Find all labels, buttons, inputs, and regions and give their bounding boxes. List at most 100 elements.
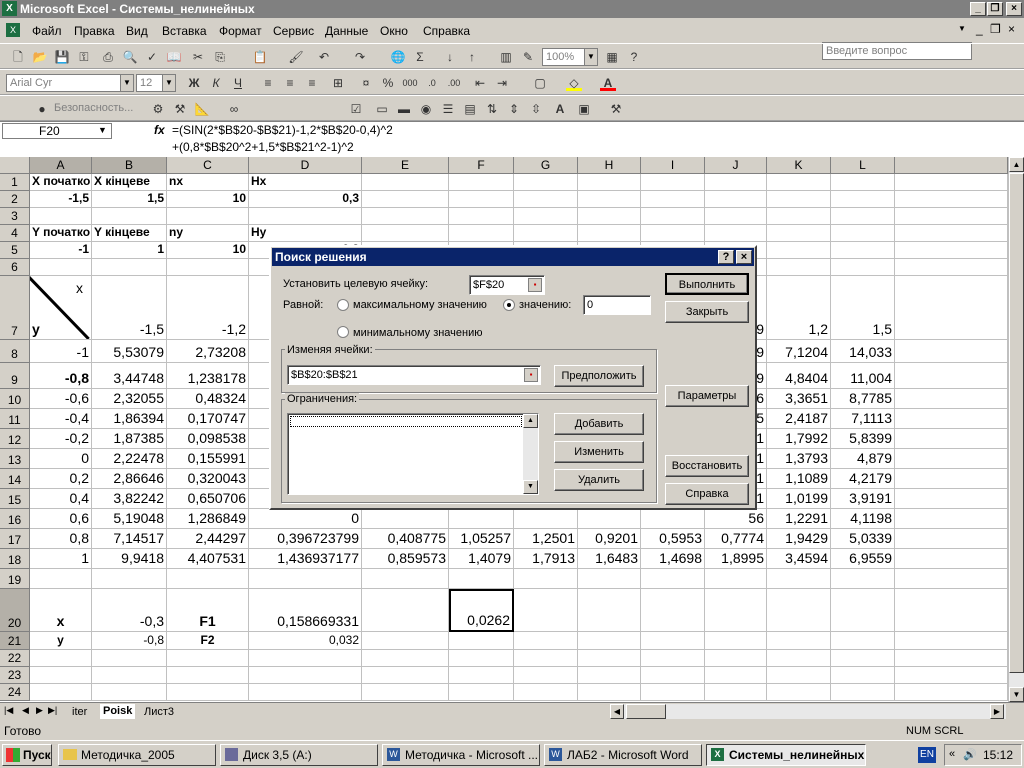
- row-header[interactable]: 18: [0, 549, 30, 569]
- record-icon[interactable]: ●: [34, 101, 50, 117]
- cell-b20[interactable]: -0,3: [92, 589, 167, 632]
- cell-g2[interactable]: [514, 191, 578, 208]
- cell-c9[interactable]: 1,238178: [167, 363, 249, 389]
- min-radio[interactable]: [337, 326, 349, 338]
- row-header[interactable]: 8: [0, 340, 30, 363]
- cell-i22[interactable]: [641, 650, 705, 667]
- cell-l16[interactable]: 4,1198: [831, 509, 895, 529]
- cell-a2[interactable]: -1,5: [30, 191, 92, 208]
- cell-e2[interactable]: [362, 191, 449, 208]
- cell-k21[interactable]: [767, 632, 831, 650]
- cell-filler[interactable]: [895, 259, 1008, 276]
- cell-h1[interactable]: [578, 174, 641, 191]
- column-header-l[interactable]: L: [831, 157, 895, 174]
- cell-l24[interactable]: [831, 684, 895, 701]
- cell-d17[interactable]: 0,396723799: [249, 529, 362, 549]
- cell-b7[interactable]: -1,5: [92, 276, 167, 340]
- cell-g22[interactable]: [514, 650, 578, 667]
- cell-h20[interactable]: [578, 589, 641, 632]
- align-left-icon[interactable]: ≡: [260, 75, 276, 91]
- currency-icon[interactable]: ¤: [358, 75, 374, 91]
- cell-a7[interactable]: xy: [30, 276, 92, 340]
- cell-k20[interactable]: [767, 589, 831, 632]
- cell-k15[interactable]: 1,0199: [767, 489, 831, 509]
- menu-tools[interactable]: Сервис: [273, 24, 314, 38]
- task-folder[interactable]: Методичка_2005: [58, 744, 216, 766]
- column-header-j[interactable]: J: [705, 157, 767, 174]
- cell-c6[interactable]: [167, 259, 249, 276]
- cell-e22[interactable]: [362, 650, 449, 667]
- cell-l14[interactable]: 4,2179: [831, 469, 895, 489]
- column-header-i[interactable]: I: [641, 157, 705, 174]
- cell-filler[interactable]: [895, 340, 1008, 363]
- redo-icon[interactable]: ↷: [352, 49, 368, 65]
- drawing-icon[interactable]: ✎: [520, 49, 536, 65]
- cell-filler[interactable]: [895, 276, 1008, 340]
- sort-asc-icon[interactable]: ↓: [442, 49, 458, 65]
- cell-l17[interactable]: 5,0339: [831, 529, 895, 549]
- cell-c21[interactable]: F2: [167, 632, 249, 650]
- cell-a21[interactable]: y: [30, 632, 92, 650]
- cell-i20[interactable]: [641, 589, 705, 632]
- cell-b1[interactable]: X кінцеве: [92, 174, 167, 191]
- cell-b16[interactable]: 5,19048: [92, 509, 167, 529]
- task-excel[interactable]: X Системы_нелинейных: [706, 744, 866, 766]
- cell-c5[interactable]: 10: [167, 242, 249, 259]
- cell-b11[interactable]: 1,86394: [92, 409, 167, 429]
- change-button[interactable]: Изменить: [554, 441, 644, 463]
- cell-d1[interactable]: Hx: [249, 174, 362, 191]
- cell-k16[interactable]: 1,2291: [767, 509, 831, 529]
- glasses-icon[interactable]: ∞: [226, 101, 242, 117]
- cell-filler[interactable]: [895, 569, 1008, 589]
- cell-d24[interactable]: [249, 684, 362, 701]
- close-dialog-button[interactable]: Закрыть: [665, 301, 749, 323]
- cell-g3[interactable]: [514, 208, 578, 225]
- sheet-tab-poisk[interactable]: Poisk: [100, 704, 136, 719]
- cell-filler[interactable]: [895, 529, 1008, 549]
- cell-g21[interactable]: [514, 632, 578, 650]
- cell-filler[interactable]: [895, 409, 1008, 429]
- cell-filler[interactable]: [895, 549, 1008, 569]
- constraints-up-icon[interactable]: ▲: [523, 414, 538, 428]
- row-header[interactable]: 7: [0, 276, 30, 340]
- font-color-icon[interactable]: A: [600, 75, 616, 91]
- inc-decimal-icon[interactable]: .0: [424, 75, 440, 91]
- cell-c18[interactable]: 4,407531: [167, 549, 249, 569]
- task-word-2[interactable]: W ЛАБ2 - Microsoft Word: [544, 744, 702, 766]
- tray-expand-icon[interactable]: «: [949, 748, 955, 760]
- combo-icon[interactable]: ▤: [462, 101, 478, 117]
- cell-l12[interactable]: 5,8399: [831, 429, 895, 449]
- cell-filler[interactable]: [895, 208, 1008, 225]
- formula-line-1[interactable]: =(SIN(2*$B$20-$B$21)-1,2*$B$20-0,4)^2: [172, 123, 393, 137]
- cell-b12[interactable]: 1,87385: [92, 429, 167, 449]
- cell-k9[interactable]: 4,8404: [767, 363, 831, 389]
- permission-icon[interactable]: ⚿: [76, 49, 92, 65]
- column-header-g[interactable]: G: [514, 157, 578, 174]
- spelling-icon[interactable]: ✓: [144, 49, 160, 65]
- label-icon[interactable]: A: [552, 101, 568, 117]
- menu-help[interactable]: Справка: [423, 24, 470, 38]
- column-header-h[interactable]: H: [578, 157, 641, 174]
- sort-desc-icon[interactable]: ↑: [464, 49, 480, 65]
- cell-d20[interactable]: 0,158669331: [249, 589, 362, 632]
- cell-a18[interactable]: 1: [30, 549, 92, 569]
- cell-filler[interactable]: [895, 449, 1008, 469]
- cell-b13[interactable]: 2,22478: [92, 449, 167, 469]
- cell-i2[interactable]: [641, 191, 705, 208]
- cell-l3[interactable]: [831, 208, 895, 225]
- cell-k5[interactable]: [767, 242, 831, 259]
- cell-f17[interactable]: 1,05257: [449, 529, 514, 549]
- zoom-select[interactable]: 100% ▼: [542, 48, 598, 66]
- cell-i21[interactable]: [641, 632, 705, 650]
- cell-f3[interactable]: [449, 208, 514, 225]
- row-header[interactable]: 20: [0, 589, 30, 632]
- help-icon[interactable]: ?: [626, 49, 642, 65]
- cell-k13[interactable]: 1,3793: [767, 449, 831, 469]
- row-header[interactable]: 1: [0, 174, 30, 191]
- cell-e20[interactable]: [362, 589, 449, 632]
- cell-c20[interactable]: F1: [167, 589, 249, 632]
- cell-g23[interactable]: [514, 667, 578, 684]
- cell-d16[interactable]: 0: [249, 509, 362, 529]
- row-header[interactable]: 14: [0, 469, 30, 489]
- row-header[interactable]: 2: [0, 191, 30, 208]
